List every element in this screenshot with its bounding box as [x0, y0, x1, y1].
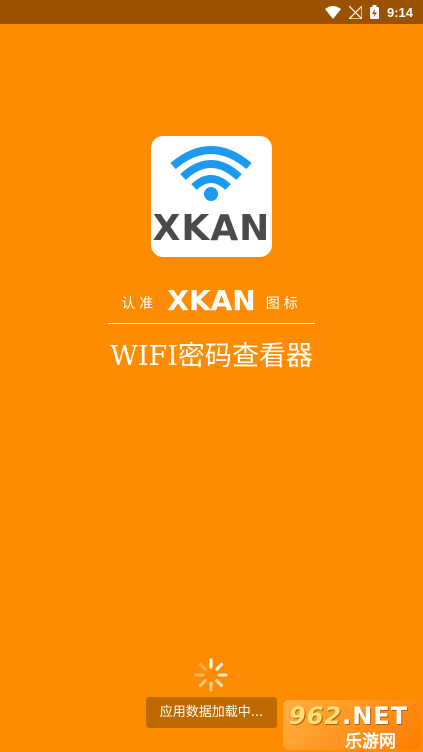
certify-brand-text: XKAN	[167, 283, 256, 317]
cellular-signal-icon	[348, 5, 362, 19]
battery-charging-icon	[369, 5, 379, 19]
logo-text: XKAN	[152, 208, 271, 249]
watermark-bottom-text: 乐游网	[345, 732, 396, 752]
wifi-signal-icon	[324, 5, 341, 19]
certify-left-text: 认准	[121, 296, 158, 312]
loading-toast: 应用数据加载中...	[146, 697, 277, 728]
certify-right-text: 图标	[265, 296, 302, 312]
status-time: 9:14	[386, 4, 413, 20]
watermark-top-text: 962.NET	[289, 702, 408, 730]
loading-spinner-icon	[194, 658, 228, 692]
certify-row: 认准 XKAN 图标	[0, 282, 423, 318]
title-divider	[108, 323, 315, 324]
watermark-number: 962	[289, 702, 343, 730]
watermark-logo: 962.NET 乐游网	[283, 700, 421, 752]
watermark-suffix: .NET	[342, 702, 409, 730]
app-logo: XKAN	[151, 136, 272, 257]
app-title: WIFI密码查看器	[110, 341, 313, 372]
status-bar: 9:14	[0, 0, 423, 24]
